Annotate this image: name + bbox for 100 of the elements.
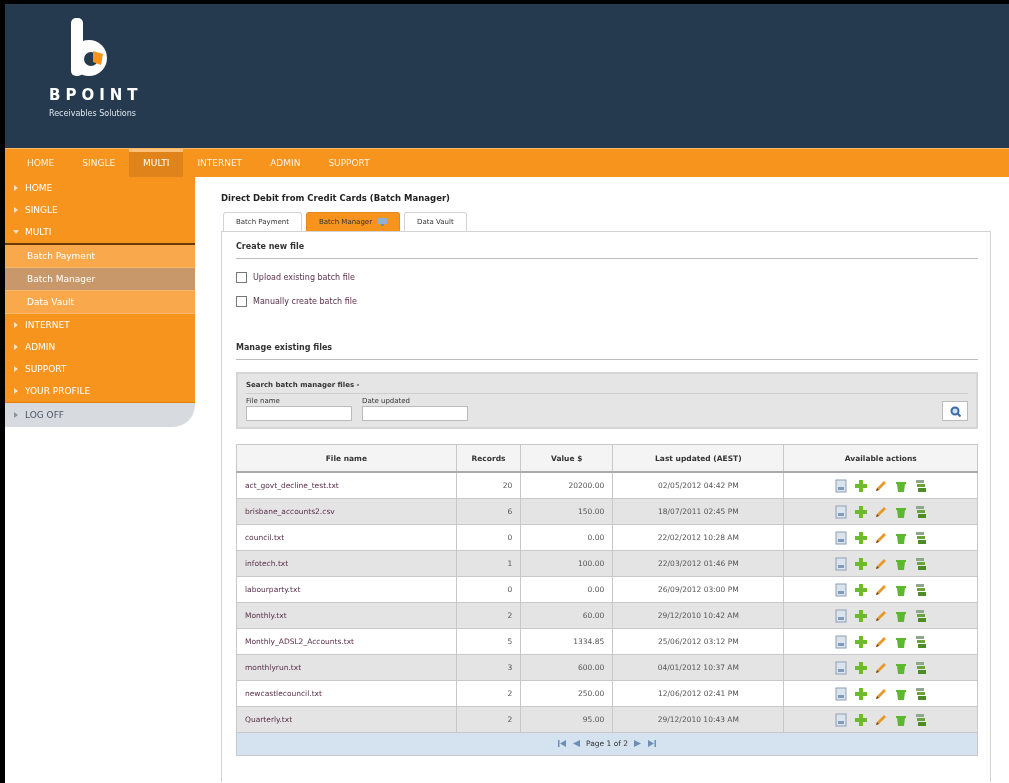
log-off-link[interactable]: LOG OFF — [5, 403, 195, 427]
pencil-icon — [873, 556, 888, 571]
pencil-icon — [873, 504, 888, 519]
plus-icon — [853, 660, 868, 675]
plus-icon — [853, 478, 868, 493]
pencil-button[interactable] — [873, 504, 888, 519]
pencil-icon — [873, 478, 888, 493]
stack-button[interactable] — [913, 582, 928, 597]
document-button[interactable] — [833, 582, 848, 597]
stack-button[interactable] — [913, 608, 928, 623]
stack-button[interactable] — [913, 530, 928, 545]
document-button[interactable] — [833, 660, 848, 675]
plus-icon — [853, 634, 868, 649]
document-button[interactable] — [833, 712, 848, 727]
plus-button[interactable] — [853, 478, 868, 493]
stack-icon — [913, 530, 928, 545]
pencil-button[interactable] — [873, 634, 888, 649]
plus-icon — [853, 712, 868, 727]
caret-right-icon — [13, 185, 19, 191]
pencil-button[interactable] — [873, 556, 888, 571]
stack-icon — [913, 686, 928, 701]
document-icon — [833, 556, 848, 571]
plus-button[interactable] — [853, 686, 868, 701]
pencil-button[interactable] — [873, 660, 888, 675]
document-button[interactable] — [833, 478, 848, 493]
stack-button[interactable] — [913, 712, 928, 727]
plus-button[interactable] — [853, 660, 868, 675]
page-title: Direct Debit from Credit Cards (Batch Manager) — [221, 193, 451, 203]
document-button[interactable] — [833, 686, 848, 701]
stack-icon — [913, 582, 928, 597]
document-icon — [833, 608, 848, 623]
pencil-button[interactable] — [873, 478, 888, 493]
checkbox[interactable] — [236, 272, 247, 283]
document-button[interactable] — [833, 634, 848, 649]
caret-right-icon — [13, 412, 19, 418]
checkbox[interactable] — [236, 296, 247, 307]
stack-button[interactable] — [913, 556, 928, 571]
plus-button[interactable] — [853, 712, 868, 727]
document-icon — [833, 582, 848, 597]
checkbox-option[interactable]: Manually create batch file — [236, 296, 978, 307]
pencil-icon — [873, 608, 888, 623]
pencil-button[interactable] — [873, 686, 888, 701]
search-button[interactable] — [942, 401, 968, 421]
stack-icon — [913, 634, 928, 649]
last-page-icon[interactable] — [648, 740, 657, 747]
pencil-icon — [873, 634, 888, 649]
stack-button[interactable] — [913, 634, 928, 649]
plus-button[interactable] — [853, 634, 868, 649]
pencil-icon — [873, 660, 888, 675]
caret-right-icon — [13, 366, 19, 372]
stack-icon — [913, 556, 928, 571]
previous-page-icon[interactable] — [571, 740, 580, 747]
caret-right-icon — [13, 344, 19, 350]
document-button[interactable] — [833, 556, 848, 571]
caret-down-icon — [13, 229, 19, 235]
stack-icon — [913, 478, 928, 493]
plus-icon — [853, 556, 868, 571]
plus-icon — [853, 582, 868, 597]
plus-button[interactable] — [853, 530, 868, 545]
plus-icon — [853, 686, 868, 701]
caret-right-icon — [13, 207, 19, 213]
input-field[interactable] — [246, 406, 352, 421]
caret-right-icon — [13, 322, 19, 328]
plus-button[interactable] — [853, 504, 868, 519]
plus-button[interactable] — [853, 608, 868, 623]
plus-icon — [853, 530, 868, 545]
stack-button[interactable] — [913, 504, 928, 519]
document-button[interactable] — [833, 504, 848, 519]
document-icon — [833, 634, 848, 649]
section-heading: Create new file — [236, 242, 978, 259]
plus-button[interactable] — [853, 582, 868, 597]
checkbox-option[interactable]: Upload existing batch file — [236, 272, 978, 283]
stack-icon — [913, 660, 928, 675]
pencil-button[interactable] — [873, 582, 888, 597]
document-button[interactable] — [833, 530, 848, 545]
plus-button[interactable] — [853, 556, 868, 571]
stack-button[interactable] — [913, 686, 928, 701]
pencil-icon — [873, 712, 888, 727]
input-field[interactable] — [362, 406, 468, 421]
first-page-icon[interactable] — [557, 740, 566, 747]
pencil-button[interactable] — [873, 712, 888, 727]
pencil-icon — [873, 686, 888, 701]
stack-button[interactable] — [913, 660, 928, 675]
document-icon — [833, 478, 848, 493]
pencil-button[interactable] — [873, 530, 888, 545]
document-icon — [833, 660, 848, 675]
document-button[interactable] — [833, 608, 848, 623]
document-icon — [833, 530, 848, 545]
document-icon — [833, 504, 848, 519]
pencil-button[interactable] — [873, 608, 888, 623]
next-page-icon[interactable] — [634, 740, 643, 747]
document-icon — [833, 686, 848, 701]
stack-icon — [913, 608, 928, 623]
caret-right-icon — [13, 388, 19, 394]
logo-name: BPOINT — [49, 86, 144, 104]
pencil-icon — [873, 530, 888, 545]
search-icon — [949, 405, 961, 417]
section-heading: Manage existing files — [236, 343, 978, 360]
stack-button[interactable] — [913, 478, 928, 493]
monitor-icon — [378, 218, 388, 226]
